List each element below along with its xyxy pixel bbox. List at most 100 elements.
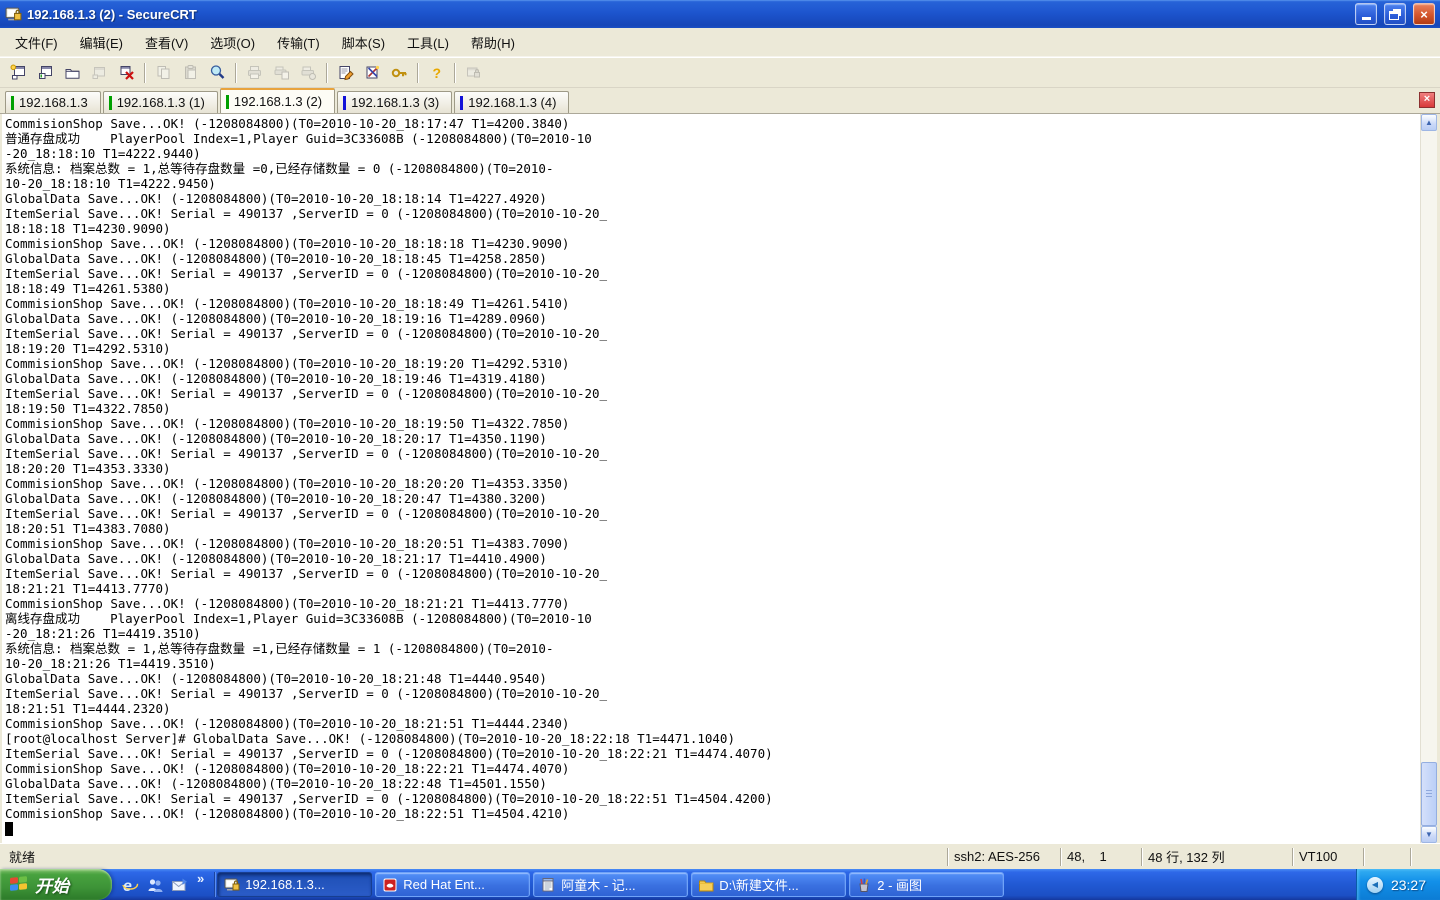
help-icon: ? (428, 64, 445, 81)
terminal-line: GlobalData Save...OK! (-1208084800)(T0=2… (5, 191, 1420, 206)
terminal-line: 18:21:21 T1=4413.7770) (5, 581, 1420, 596)
messenger-icon[interactable] (146, 876, 164, 894)
toolbar: ? (0, 57, 1440, 88)
tab-close-button[interactable]: × (1419, 92, 1435, 108)
statusbar-segment: 48, 1 (1061, 846, 1141, 867)
terminal-line: GlobalData Save...OK! (-1208084800)(T0=2… (5, 431, 1420, 446)
outlook-express-icon[interactable] (171, 876, 189, 894)
connect-in-tab-icon (37, 64, 54, 81)
terminal-line: CommisionShop Save...OK! (-1208084800)(T… (5, 116, 1420, 131)
keygen-wizard-button[interactable] (386, 60, 412, 85)
folder-icon (698, 877, 714, 893)
menu-help[interactable]: 帮助(H) (460, 28, 526, 57)
tab-label: 192.168.1.3 (2) (234, 94, 322, 109)
terminal-line: 10-20_18:21:26 T1=4419.3510) (5, 656, 1420, 671)
tab-session-1[interactable]: 192.168.1.3 (1) (103, 91, 218, 113)
tab-session-0[interactable]: 192.168.1.3 (5, 91, 101, 113)
arrow-up-icon: ▲ (1425, 118, 1433, 127)
taskbar-button-notepad[interactable]: 阿童木 - 记... (533, 872, 688, 897)
quick-connect-icon (10, 64, 27, 81)
reconnect-button (86, 60, 112, 85)
terminal-line: GlobalData Save...OK! (-1208084800)(T0=2… (5, 671, 1420, 686)
terminal-line: ItemSerial Save...OK! Serial = 490137 ,S… (5, 326, 1420, 341)
restore-icon (1389, 11, 1399, 20)
terminal-line: ItemSerial Save...OK! Serial = 490137 ,S… (5, 791, 1420, 806)
tab-status-indicator (343, 96, 346, 110)
taskbar-button-folder[interactable]: D:\新建文件... (691, 872, 846, 897)
taskbar-button-label: 2 - 画图 (877, 875, 922, 894)
disconnect-icon (118, 64, 135, 81)
scroll-up-button[interactable]: ▲ (1421, 114, 1437, 131)
lock-session-button (460, 60, 486, 85)
global-options-button[interactable] (359, 60, 385, 85)
tab-session-3[interactable]: 192.168.1.3 (3) (337, 91, 452, 113)
taskbar-button-label: 阿童木 - 记... (561, 875, 635, 894)
terminal-line: GlobalData Save...OK! (-1208084800)(T0=2… (5, 371, 1420, 386)
terminal-line: 10-20_18:18:10 T1=4222.9450) (5, 176, 1420, 191)
minimize-button[interactable] (1355, 3, 1377, 25)
taskbar: 开始 e » 192.168.1.3...Red Hat Ent... 阿童木 - … (0, 869, 1440, 900)
terminal-output[interactable]: CommisionShop Save...OK! (-1208084800)(T… (2, 114, 1420, 843)
terminal-line: CommisionShop Save...OK! (-1208084800)(T… (5, 416, 1420, 431)
scroll-down-button[interactable]: ▼ (1421, 826, 1437, 843)
session-options-button[interactable] (332, 60, 358, 85)
scrollbar-thumb[interactable] (1421, 762, 1437, 826)
find-button[interactable] (204, 60, 230, 85)
tab-session-4[interactable]: 192.168.1.3 (4) (454, 91, 569, 113)
status-ready-text: 就绪 (3, 844, 947, 869)
close-button[interactable]: × (1413, 3, 1435, 25)
connect-in-tab-button[interactable] (32, 60, 58, 85)
print-button (241, 60, 267, 85)
close-icon: × (1420, 7, 1428, 22)
tab-status-indicator (11, 96, 14, 110)
taskbar-button-paint[interactable]: 2 - 画图 (849, 872, 1004, 897)
taskbar-button-securecrt[interactable]: 192.168.1.3... (217, 872, 372, 897)
reconnect-icon (91, 64, 108, 81)
tab-session-2[interactable]: 192.168.1.3 (2) (220, 88, 335, 113)
global-options-icon (364, 64, 381, 81)
taskbar-button-label: D:\新建文件... (719, 875, 798, 894)
windows-flag-icon (9, 874, 28, 896)
scrollbar-track[interactable] (1421, 131, 1437, 826)
tab-bar: 192.168.1.3192.168.1.3 (1) 192.168.1.3 (2… (0, 88, 1440, 114)
menu-script[interactable]: 脚本(S) (331, 28, 396, 57)
terminal-line: ItemSerial Save...OK! Serial = 490137 ,S… (5, 266, 1420, 281)
toolbar-separator (454, 63, 455, 83)
start-button[interactable]: 开始 (0, 869, 112, 900)
menu-edit[interactable]: 编辑(E) (69, 28, 134, 57)
restore-button[interactable] (1384, 3, 1406, 25)
terminal-line: ItemSerial Save...OK! Serial = 490137 ,S… (5, 506, 1420, 521)
session-manager-button[interactable] (59, 60, 85, 85)
menu-tools[interactable]: 工具(L) (396, 28, 460, 57)
terminal-line: ItemSerial Save...OK! Serial = 490137 ,S… (5, 746, 1420, 761)
menu-view[interactable]: 查看(V) (134, 28, 199, 57)
toolbar-separator (326, 63, 327, 83)
redhat-icon (382, 877, 398, 893)
terminal-line: 离线存盘成功 PlayerPool Index=1,Player Guid=3C… (5, 611, 1420, 626)
tab-label: 192.168.1.3 (4) (468, 95, 556, 110)
ie-icon[interactable]: e (121, 876, 139, 894)
copy-button (150, 60, 176, 85)
menu-file[interactable]: 文件(F) (4, 28, 69, 57)
taskbar-separator (214, 872, 215, 897)
terminal-line: CommisionShop Save...OK! (-1208084800)(T… (5, 356, 1420, 371)
terminal-line: -20_18:21:26 T1=4419.3510) (5, 626, 1420, 641)
securecrt-window: 192.168.1.3 (2) - SecureCRT × 文件(F)编辑(E)… (0, 0, 1440, 900)
disconnect-button[interactable] (113, 60, 139, 85)
menu-transfer[interactable]: 传输(T) (266, 28, 331, 57)
terminal-line: -20_18:18:10 T1=4222.9440) (5, 146, 1420, 161)
help-button[interactable]: ? (423, 60, 449, 85)
terminal-line: ItemSerial Save...OK! Serial = 490137 ,S… (5, 446, 1420, 461)
terminal-line: [root@localhost Server]# GlobalData Save… (5, 731, 1420, 746)
menu-options[interactable]: 选项(O) (199, 28, 266, 57)
quicklaunch-overflow[interactable]: » (197, 869, 204, 886)
taskbar-button-redhat[interactable]: Red Hat Ent... (375, 872, 530, 897)
terminal-line: CommisionShop Save...OK! (-1208084800)(T… (5, 236, 1420, 251)
print-setup-button (295, 60, 321, 85)
minimize-icon (1362, 17, 1371, 20)
terminal-line: 18:18:49 T1=4261.5380) (5, 281, 1420, 296)
session-options-icon (337, 64, 354, 81)
tray-collapse-button[interactable]: ◀ (1367, 877, 1383, 893)
quick-connect-button[interactable] (5, 60, 31, 85)
terminal-line: 系统信息: 档案总数 = 1,总等待存盘数量 =1,已经存储数量 = 1 (-1… (5, 641, 1420, 656)
